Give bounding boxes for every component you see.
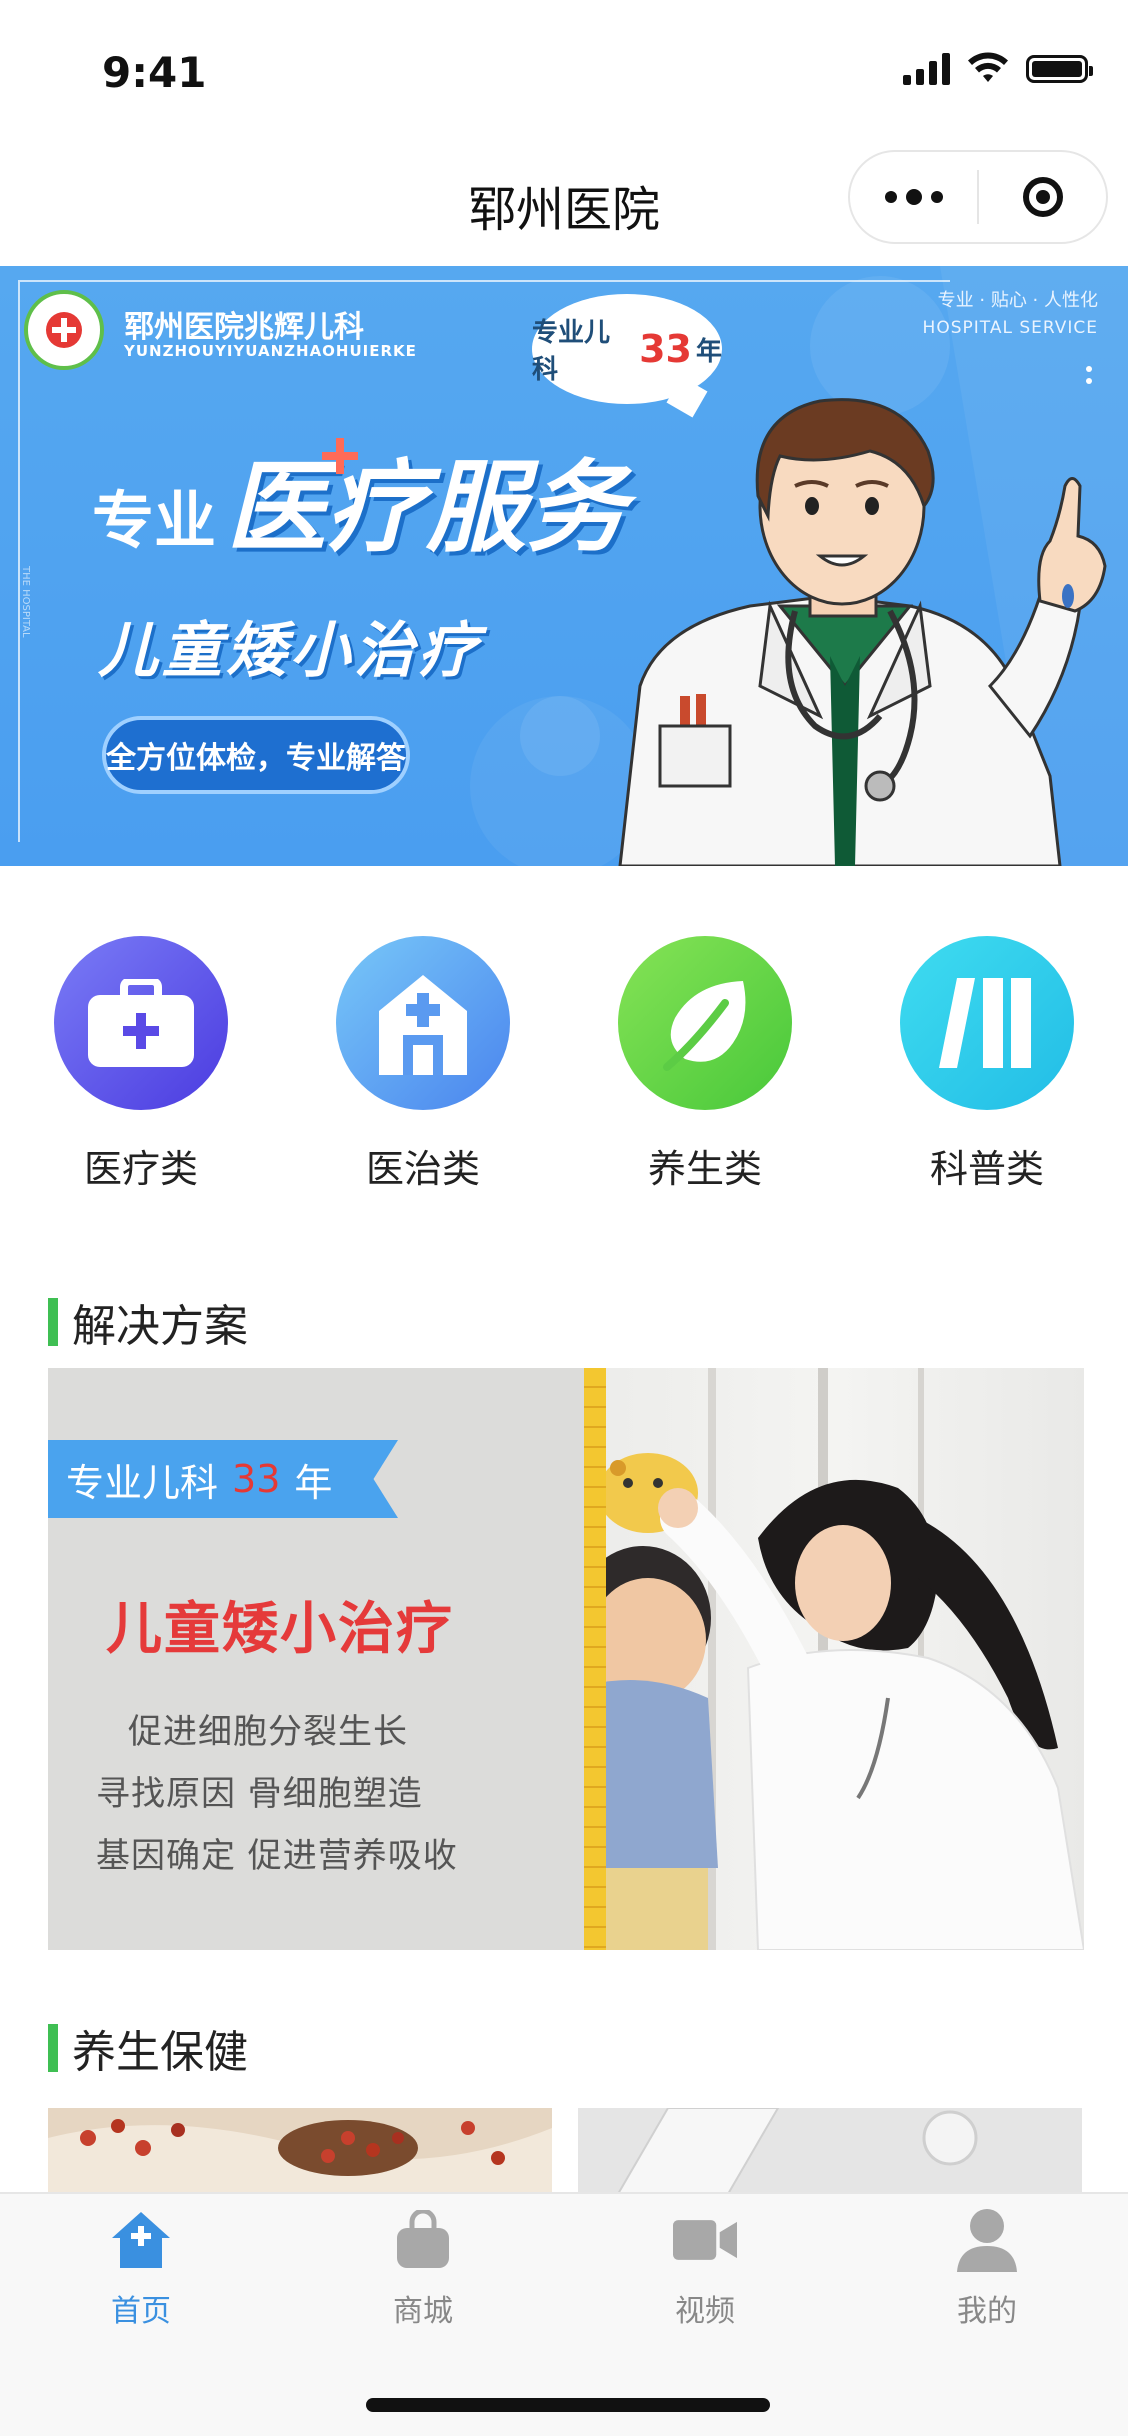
close-mini-program-button[interactable] [979,177,1106,217]
nav-bar: 郓州医院 [0,130,1128,266]
experience-ribbon: 专业儿科 33 年 [48,1440,398,1518]
books-icon [900,936,1074,1110]
banner-service-text: HOSPITAL SERVICE [922,318,1098,338]
banner-headline: 专业 医疗服务 [92,426,626,571]
category-label: 医治类 [365,1147,480,1191]
solution-point: 寻找原因 骨细胞塑造 [96,1774,423,1814]
health-article-card[interactable] [48,2108,552,2194]
promo-banner[interactable]: 郓州医院兆辉儿科 YUNZHOUYIYUANZHAOHUIERKE 专业 · 贴… [0,266,1128,866]
section-title: 解决方案 [72,1301,248,1352]
category-science[interactable]: 科普类 [867,936,1107,1193]
mini-program-capsule [848,150,1108,244]
bottom-tab-bar: 首页 商城 视频 我的 [0,2192,1128,2436]
cellular-signal-icon [903,53,950,85]
status-time: 9:41 [102,48,207,97]
category-label: 科普类 [929,1147,1044,1191]
user-icon [955,2208,1019,2272]
section-accent-bar [48,2024,58,2072]
medical-cross-icon [322,438,358,474]
health-article-card[interactable] [578,2108,1082,2194]
section-title: 养生保健 [72,2027,248,2078]
hospital-icon [336,936,510,1110]
solution-card[interactable]: 专业儿科 33 年 儿童矮小治疗 促进细胞分裂生长 寻找原因 骨细胞塑造 基因确… [48,1368,1084,1950]
tab-home[interactable]: 首页 [0,2208,282,2330]
status-bar: 9:41 [0,0,1128,130]
more-options-button[interactable] [850,189,977,205]
shopping-bag-icon [391,2208,455,2272]
category-medical[interactable]: 医疗类 [21,936,261,1193]
video-camera-icon [673,2208,737,2272]
banner-pill: 全方位体检，专业解答 [102,716,410,794]
leaf-icon [618,936,792,1110]
ribbon-number: 33 [232,1457,281,1501]
banner-subheadline: 儿童矮小治疗 [98,616,482,686]
section-accent-bar [48,1298,58,1346]
home-indicator [366,2398,770,2412]
hospital-logo [24,290,104,370]
banner-side-text: THE HOSPITAL [20,566,31,638]
doctor-measuring-child-photo [568,1368,1084,1950]
tab-label: 商城 [393,2294,453,2329]
banner-slogan: 专业 · 贴心 · 人性化 [937,290,1098,311]
height-ruler [584,1368,606,1950]
category-wellness[interactable]: 养生类 [585,936,825,1193]
solution-headline: 儿童矮小治疗 [106,1597,454,1662]
doctor-illustration [618,398,1107,866]
wifi-icon [968,52,1008,82]
medicine-bottle-photo [578,2108,1082,2194]
category-label: 医疗类 [83,1147,198,1191]
ribbon-suffix: 年 [294,1460,333,1505]
medical-kit-icon [54,936,228,1110]
banner-headline-big: 医疗服务 [226,449,627,566]
solution-point: 促进细胞分裂生长 [128,1712,408,1752]
section-header-health: 养生保健 [48,2016,248,2080]
status-icons [903,52,1093,86]
solution-point: 基因确定 促进营养吸收 [96,1836,458,1876]
banner-hospital-pinyin: YUNZHOUYIYUANZHAOHUIERKE [124,342,417,360]
tab-video[interactable]: 视频 [564,2208,846,2330]
banner-headline-small: 专业 [92,484,217,557]
section-header-solutions: 解决方案 [48,1290,248,1354]
tab-label: 我的 [957,2294,1017,2329]
tab-profile[interactable]: 我的 [846,2208,1128,2330]
category-label: 养生类 [647,1147,762,1191]
mini-program-page: 9:41 郓州医院 郓州医院兆辉儿科 YUNZHOUYIYUANZHAOHUIE… [0,0,1128,2436]
category-grid: 医疗类 医治类 养生类 科普类 [0,936,1128,1236]
ribbon-prefix: 专业儿科 [66,1460,219,1505]
banner-hospital-name: 郓州医院兆辉儿科 [124,310,364,345]
home-icon [109,2208,173,2272]
category-treatment[interactable]: 医治类 [303,936,543,1193]
tab-shop[interactable]: 商城 [282,2208,564,2330]
tab-label: 视频 [675,2294,735,2329]
tab-label: 首页 [111,2294,171,2329]
battery-icon [1026,55,1093,83]
goji-berries-photo [48,2108,552,2194]
target-icon [1022,177,1063,217]
